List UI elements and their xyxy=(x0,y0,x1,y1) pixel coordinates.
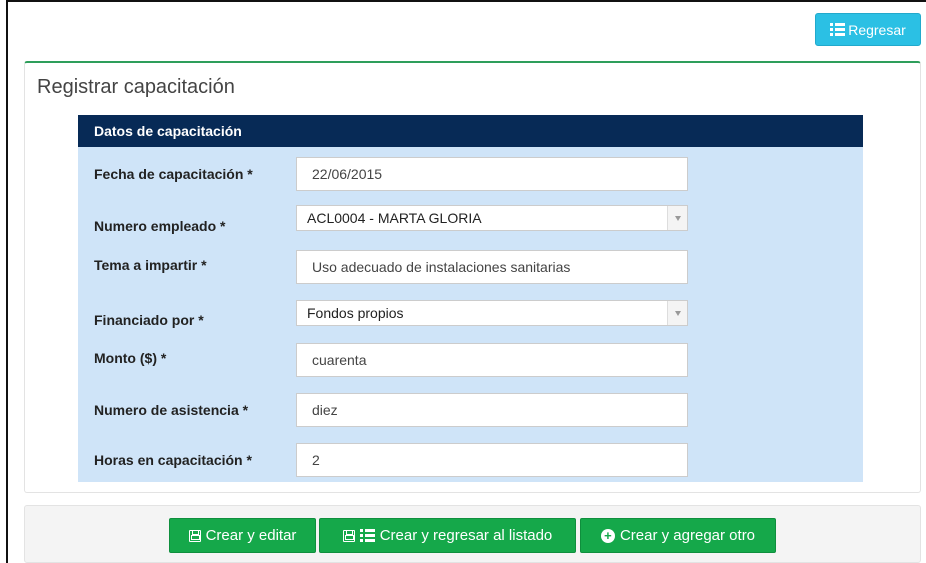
create-and-add-button[interactable]: + Crear y agregar otro xyxy=(580,518,776,553)
form-actions-bar: Crear y editar Crear y regresar al lista… xyxy=(24,505,921,563)
field-row-horas: Horas en capacitación * 2 xyxy=(78,443,863,477)
create-and-return-button[interactable]: Crear y regresar al listado xyxy=(319,518,576,553)
page-title: Registrar capacitación xyxy=(37,76,235,98)
window-border-top xyxy=(6,0,926,2)
financiado-value: Fondos propios xyxy=(307,305,404,321)
horas-label: Horas en capacitación * xyxy=(94,452,252,468)
financiado-select[interactable]: Fondos propios xyxy=(296,300,688,326)
form-box: Registrar capacitación Datos de capacita… xyxy=(24,61,921,493)
monto-label: Monto ($) * xyxy=(94,349,167,366)
create-and-edit-button[interactable]: Crear y editar xyxy=(169,518,316,553)
field-row-empleado: Numero empleado * ACL0004 - MARTA GLORIA xyxy=(78,205,863,239)
tema-input[interactable]: Uso adecuado de instalaciones sanitarias xyxy=(296,250,688,284)
asistencia-label: Numero de asistencia * xyxy=(94,402,249,418)
list-icon xyxy=(359,529,375,542)
fecha-input[interactable]: 22/06/2015 xyxy=(296,157,688,191)
empleado-label: Numero empleado * xyxy=(94,217,226,234)
save-icon xyxy=(342,529,355,542)
asistencia-input[interactable]: diez xyxy=(296,393,688,427)
chevron-down-icon[interactable] xyxy=(667,206,687,230)
empleado-value: ACL0004 - MARTA GLORIA xyxy=(307,210,482,226)
create-and-add-label: Crear y agregar otro xyxy=(619,527,756,544)
training-data-panel: Datos de capacitación Fecha de capacitac… xyxy=(78,115,863,482)
field-row-fecha: Fecha de capacitación * 22/06/2015 xyxy=(78,157,863,191)
financiado-label: Financiado por * xyxy=(94,311,204,328)
panel-header: Datos de capacitación xyxy=(78,115,863,147)
create-and-return-label: Crear y regresar al listado xyxy=(379,527,553,544)
field-row-asistencia: Numero de asistencia * diez xyxy=(78,393,863,427)
plus-circle-icon: + xyxy=(600,528,615,543)
field-row-financiado: Financiado por * Fondos propios xyxy=(78,300,863,334)
horas-input[interactable]: 2 xyxy=(296,443,688,477)
back-button[interactable]: Regresar xyxy=(815,13,921,46)
fecha-label: Fecha de capacitación * xyxy=(94,166,253,182)
chevron-down-icon[interactable] xyxy=(667,301,687,325)
save-icon xyxy=(188,529,201,542)
list-icon xyxy=(830,23,846,36)
monto-input[interactable]: cuarenta xyxy=(296,343,688,377)
back-button-label: Regresar xyxy=(848,21,906,38)
window-border-left xyxy=(6,0,8,563)
tema-label: Tema a impartir * xyxy=(94,256,207,273)
field-row-tema: Tema a impartir * Uso adecuado de instal… xyxy=(78,250,863,284)
create-and-edit-label: Crear y editar xyxy=(205,527,297,544)
field-row-monto: Monto ($) * cuarenta xyxy=(78,343,863,377)
empleado-select[interactable]: ACL0004 - MARTA GLORIA xyxy=(296,205,688,231)
